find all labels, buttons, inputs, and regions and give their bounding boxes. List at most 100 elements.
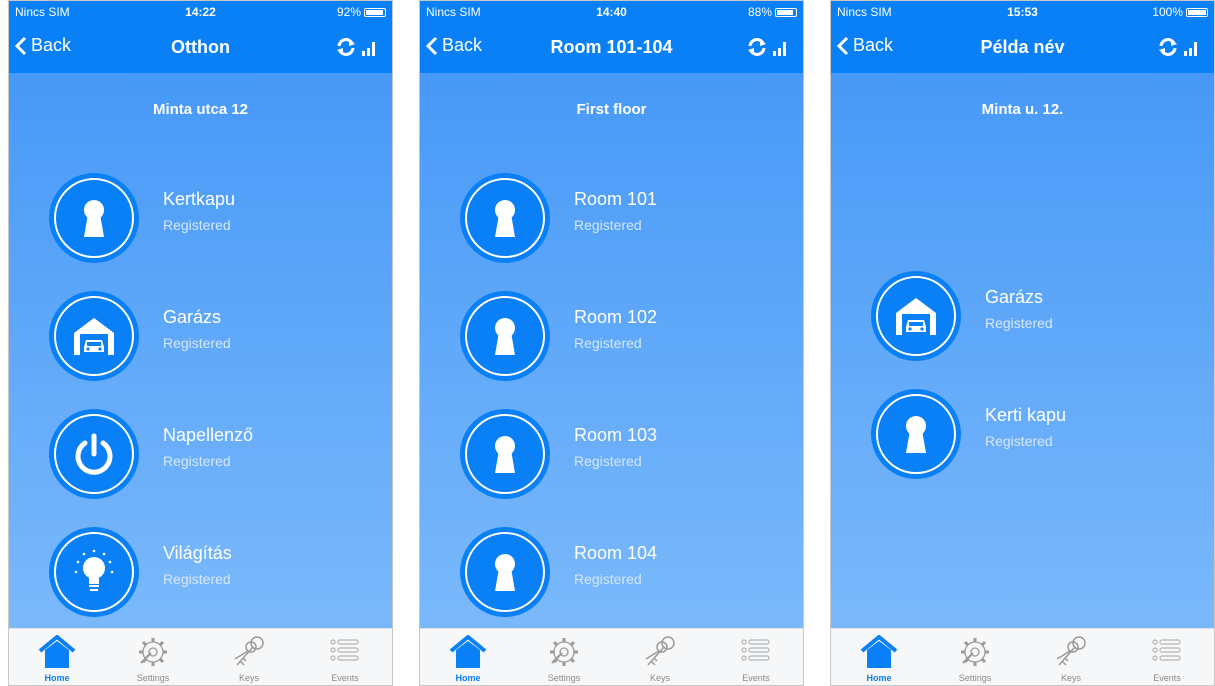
tab-keys[interactable]: Keys xyxy=(612,629,708,685)
device-list: Minta u. 12. Garázs Registered Kerti kap… xyxy=(831,73,1214,631)
battery-icon xyxy=(1186,7,1208,17)
device-item[interactable]: Világítás Registered xyxy=(49,527,369,617)
device-name: Room 101 xyxy=(574,189,658,209)
battery-icon xyxy=(364,7,386,17)
device-item[interactable]: Garázs Registered xyxy=(49,291,369,381)
tab-label: Events xyxy=(331,673,359,683)
phone-screen: Nincs SIM 15:53 100% Back Példa név Mint… xyxy=(830,0,1215,686)
tab-settings[interactable]: Settings xyxy=(516,629,612,685)
device-name: Room 103 xyxy=(574,425,658,445)
device-button[interactable] xyxy=(49,291,139,381)
tab-home[interactable]: Home xyxy=(831,629,927,685)
status-bar: Nincs SIM 15:53 100% xyxy=(831,1,1214,23)
location-label: Minta u. 12. xyxy=(981,101,1064,118)
nav-actions xyxy=(336,38,378,61)
tab-settings[interactable]: Settings xyxy=(105,629,201,685)
device-button[interactable] xyxy=(49,527,139,617)
signal-button[interactable] xyxy=(773,40,789,61)
back-button[interactable]: Back xyxy=(15,35,71,56)
device-item[interactable]: Garázs Registered xyxy=(871,271,1191,361)
tab-label: Events xyxy=(1153,673,1181,683)
device-button[interactable] xyxy=(460,409,550,499)
tab-keys[interactable]: Keys xyxy=(1023,629,1119,685)
device-item[interactable]: Kerti kapu Registered xyxy=(871,389,1191,479)
location-label: Minta utca 12 xyxy=(152,101,249,118)
device-name: Kerti kapu xyxy=(985,405,1067,425)
device-button[interactable] xyxy=(871,271,961,361)
signal-button[interactable] xyxy=(1184,40,1200,61)
device-item[interactable]: Room 104 Registered xyxy=(460,527,780,617)
device-status: Registered xyxy=(985,315,1053,331)
tab-settings[interactable]: Settings xyxy=(927,629,1023,685)
tab-label: Settings xyxy=(547,673,581,683)
carrier-label: Nincs SIM xyxy=(15,5,70,19)
refresh-icon xyxy=(748,38,766,56)
device-status: Registered xyxy=(163,335,231,351)
tab-events[interactable]: Events xyxy=(1119,629,1214,685)
nav-bar: Back Otthon xyxy=(9,23,392,73)
chevron-left-icon xyxy=(837,36,849,55)
carrier-label: Nincs SIM xyxy=(837,5,892,19)
tab-bar: Home Settings Keys Events xyxy=(9,628,392,685)
tab-label: Settings xyxy=(958,673,992,683)
tab-home[interactable]: Home xyxy=(9,629,105,685)
nav-bar: Back Room 101-104 xyxy=(420,23,803,73)
device-item[interactable]: Room 103 Registered xyxy=(460,409,780,499)
device-list: First floor Room 101 Registered Room 102… xyxy=(420,73,803,631)
back-button[interactable]: Back xyxy=(426,35,482,56)
device-button[interactable] xyxy=(460,527,550,617)
device-item[interactable]: Room 102 Registered xyxy=(460,291,780,381)
device-item[interactable]: Napellenző Registered xyxy=(49,409,369,499)
refresh-icon xyxy=(337,38,355,56)
tab-label: Events xyxy=(742,673,770,683)
back-button[interactable]: Back xyxy=(837,35,893,56)
tab-label: Keys xyxy=(1060,673,1081,683)
device-button[interactable] xyxy=(460,173,550,263)
phone-screen: Nincs SIM 14:22 92% Back Otthon Minta ut… xyxy=(8,0,393,686)
device-name: Kertkapu xyxy=(163,189,236,209)
device-status: Registered xyxy=(574,571,642,587)
tab-label: Home xyxy=(866,673,892,683)
tab-label: Home xyxy=(44,673,70,683)
signal-button[interactable] xyxy=(362,40,378,61)
battery-percent: 88% xyxy=(747,5,772,19)
refresh-button[interactable] xyxy=(747,38,767,61)
battery-indicator: 100% xyxy=(1152,5,1208,19)
device-button[interactable] xyxy=(871,389,961,479)
battery-indicator: 92% xyxy=(337,5,386,19)
signal-strength-icon xyxy=(362,42,375,56)
device-button[interactable] xyxy=(49,173,139,263)
device-name: Room 102 xyxy=(574,307,658,327)
tab-bar: Home Settings Keys Events xyxy=(831,628,1214,685)
device-button[interactable] xyxy=(49,409,139,499)
back-label: Back xyxy=(442,35,483,55)
back-label: Back xyxy=(853,35,894,55)
refresh-button[interactable] xyxy=(1158,38,1178,61)
refresh-icon xyxy=(1159,38,1177,56)
signal-strength-icon xyxy=(773,42,786,56)
tab-keys[interactable]: Keys xyxy=(201,629,297,685)
device-status: Registered xyxy=(574,217,642,233)
status-bar: Nincs SIM 14:22 92% xyxy=(9,1,392,23)
tab-label: Settings xyxy=(136,673,170,683)
battery-indicator: 88% xyxy=(748,5,797,19)
battery-percent: 92% xyxy=(336,5,361,19)
tab-events[interactable]: Events xyxy=(297,629,392,685)
device-name: Napellenző xyxy=(163,425,254,445)
nav-actions xyxy=(1158,38,1200,61)
phone-screen: Nincs SIM 14:40 88% Back Room 101-104 Fi… xyxy=(419,0,804,686)
tab-label: Home xyxy=(455,673,481,683)
device-name: Garázs xyxy=(985,287,1044,307)
tab-label: Keys xyxy=(649,673,670,683)
device-button[interactable] xyxy=(460,291,550,381)
signal-strength-icon xyxy=(1184,42,1197,56)
tab-home[interactable]: Home xyxy=(420,629,516,685)
device-item[interactable]: Kertkapu Registered xyxy=(49,173,369,263)
location-label: First floor xyxy=(576,101,647,118)
refresh-button[interactable] xyxy=(336,38,356,61)
device-status: Registered xyxy=(574,335,642,351)
tab-events[interactable]: Events xyxy=(708,629,803,685)
device-item[interactable]: Room 101 Registered xyxy=(460,173,780,263)
nav-actions xyxy=(747,38,789,61)
nav-bar: Back Példa név xyxy=(831,23,1214,73)
